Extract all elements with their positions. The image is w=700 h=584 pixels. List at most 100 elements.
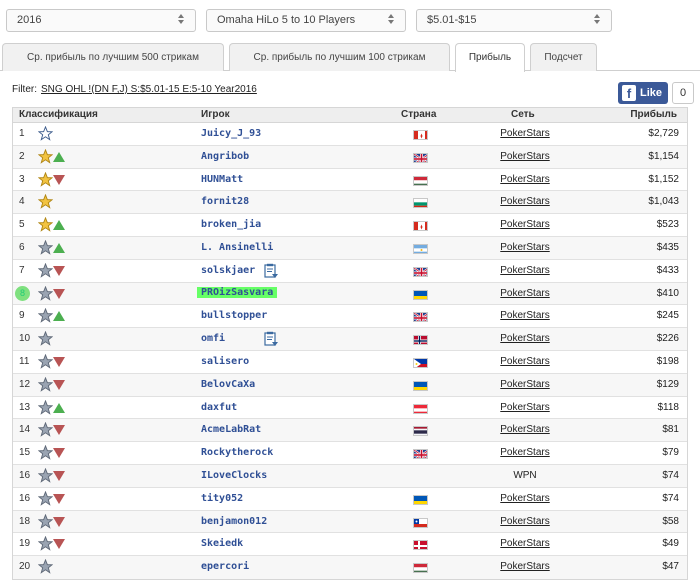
rank-cell: 1 [19, 128, 25, 139]
player-link[interactable]: benjamon012 [201, 516, 267, 527]
ranking-table: Классификация Игрок Страна Сеть Прибыль … [12, 107, 688, 580]
player-link[interactable]: tity052 [201, 493, 243, 504]
network-link[interactable]: PokerStars [475, 379, 575, 390]
profit-cell: $1,152 [648, 173, 679, 185]
network-link: WPN [513, 469, 537, 481]
player-link[interactable]: PROizSasvara [197, 286, 278, 298]
profit-cell: $1,043 [648, 196, 679, 208]
player-link[interactable]: BelovCaXa [201, 379, 255, 390]
network-link[interactable]: PokerStars [475, 265, 575, 276]
norway-flag-icon [413, 335, 428, 346]
rank-cell: 16 [19, 492, 31, 504]
trend-down-icon [53, 516, 65, 527]
player-link[interactable]: fornit28 [201, 196, 249, 207]
tab-top100[interactable]: Ср. прибыль по лучшим 100 стрикам [229, 43, 450, 71]
table-row: 16 tity052 PokerStars $74 [13, 488, 687, 511]
table-row: 5 broken_jia PokerStars $523 [13, 214, 687, 237]
trend-up-icon [53, 220, 65, 231]
player-link[interactable]: HUNMatt [201, 174, 243, 185]
year-select[interactable]: 2016 [6, 9, 196, 32]
profit-cell: $410 [656, 287, 679, 299]
filter-line: Filter: SNG OHL !(DN F,J) S:$5.01-15 E:5-… [12, 84, 257, 95]
header-country[interactable]: Страна [401, 109, 436, 120]
player-link[interactable]: L. Ansinelli [201, 242, 273, 253]
profit-cell: $226 [656, 333, 679, 345]
header-profit[interactable]: Прибыль [630, 109, 677, 120]
network-link[interactable]: PokerStars [475, 151, 575, 162]
gold-star-icon [37, 216, 54, 232]
trend-down-icon [53, 470, 65, 481]
network-link[interactable]: PokerStars [475, 538, 575, 549]
player-link[interactable]: solskjaer [201, 265, 255, 276]
profit-cell: $435 [656, 241, 679, 253]
network-link[interactable]: PokerStars [475, 561, 575, 572]
rank-cell: 14 [19, 424, 31, 436]
austria-flag-icon [413, 403, 428, 414]
uk-flag-icon [413, 449, 428, 460]
tab-label: Ср. прибыль по лучшим 100 стрикам [253, 52, 426, 63]
player-note-icon[interactable] [263, 263, 279, 279]
network-link[interactable]: PokerStars [475, 402, 575, 413]
player-link[interactable]: Angribob [201, 151, 249, 162]
chile-flag-icon [413, 517, 428, 528]
network-link[interactable]: PokerStars [475, 128, 575, 139]
network-link[interactable]: PokerStars [475, 219, 575, 230]
player-link[interactable]: Rockytherock [201, 447, 273, 458]
tab-profit[interactable]: Прибыль [455, 43, 525, 72]
profit-cell: $74 [662, 492, 679, 504]
player-link[interactable]: broken_jia [201, 219, 261, 230]
player-link[interactable]: bullstopper [201, 310, 267, 321]
facebook-like-button[interactable]: f Like [618, 82, 668, 104]
player-link[interactable]: omfi [201, 333, 225, 344]
player-link[interactable]: epercori [201, 561, 249, 572]
network-link[interactable]: PokerStars [475, 333, 575, 344]
rank-cell: 6 [19, 241, 25, 253]
filter-link[interactable]: SNG OHL !(DN F,J) S:$5.01-15 E:5-10 Year… [41, 84, 257, 95]
network-link[interactable]: PokerStars [475, 447, 575, 458]
player-link[interactable]: daxfut [201, 402, 237, 413]
gray-star-icon [37, 558, 54, 574]
player-note-icon[interactable] [263, 331, 279, 347]
header-network[interactable]: Сеть [511, 109, 535, 120]
gray-star-icon [37, 353, 54, 369]
game-select[interactable]: Omaha HiLo 5 to 10 Players [206, 9, 406, 32]
gray-star-icon [37, 490, 54, 506]
trend-up-icon [53, 311, 65, 322]
header-player[interactable]: Игрок [201, 109, 230, 120]
blue-star-icon [37, 125, 54, 141]
rank-cell: 15 [19, 447, 31, 459]
tab-label: Прибыль [468, 52, 512, 63]
rank-cell: 13 [19, 401, 31, 413]
trend-down-icon [53, 288, 65, 299]
game-select-value: Omaha HiLo 5 to 10 Players [217, 14, 356, 26]
network-link[interactable]: PokerStars [475, 196, 575, 207]
network-link[interactable]: PokerStars [475, 493, 575, 504]
header-rank[interactable]: Классификация [19, 109, 98, 120]
network-link[interactable]: PokerStars [475, 288, 575, 299]
rank-cell: 2 [19, 150, 25, 162]
gray-star-icon [37, 536, 54, 552]
network-link[interactable]: PokerStars [475, 310, 575, 321]
network-link[interactable]: PokerStars [475, 174, 575, 185]
thailand-flag-icon [413, 426, 428, 437]
profit-cell: $118 [657, 401, 679, 413]
player-link[interactable]: Skeiedk [201, 538, 243, 549]
player-link[interactable]: salisero [201, 356, 249, 367]
player-link[interactable]: ILoveClocks [201, 470, 267, 481]
tab-top500[interactable]: Ср. прибыль по лучшим 500 стрикам [2, 43, 224, 71]
network-link[interactable]: PokerStars [475, 516, 575, 527]
network-link[interactable]: PokerStars [475, 424, 575, 435]
tab-count[interactable]: Подсчет [530, 43, 597, 71]
hungary-flag-icon [413, 175, 428, 186]
player-link[interactable]: Juicy_J_93 [201, 128, 261, 139]
network-link[interactable]: PokerStars [475, 242, 575, 253]
gold-star-icon [37, 194, 54, 210]
profit-cell: $81 [662, 424, 679, 436]
select-arrows-icon [178, 14, 185, 27]
gray-star-icon [37, 239, 54, 255]
network-link[interactable]: PokerStars [475, 356, 575, 367]
rank-cell: 16 [19, 469, 31, 481]
player-link[interactable]: AcmeLabRat [201, 424, 261, 435]
stakes-select[interactable]: $5.01-$15 [416, 9, 612, 32]
filter-selects: 2016 Omaha HiLo 5 to 10 Players $5.01-$1… [0, 9, 700, 33]
